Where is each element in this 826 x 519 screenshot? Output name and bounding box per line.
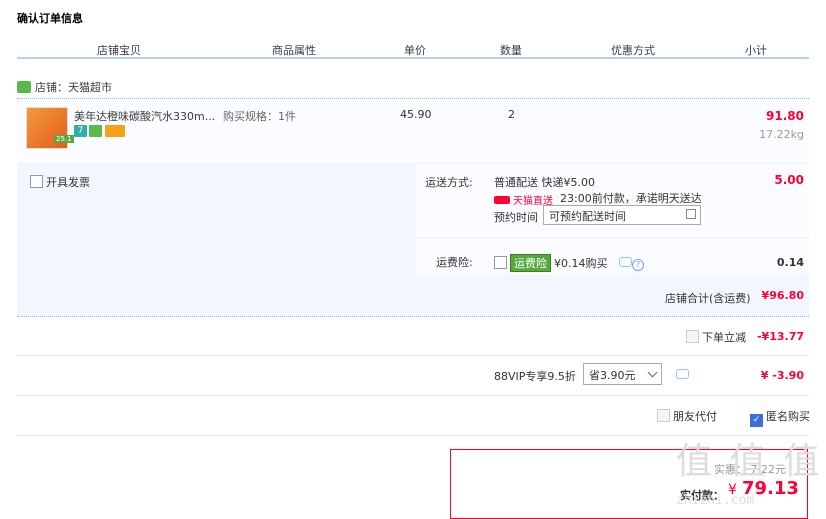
appoint-time-value: 可预约配送时间 [549, 210, 626, 223]
col-discount: 优惠方式 [611, 44, 655, 57]
col-qty: 数量 [500, 44, 522, 57]
vip-discount-select[interactable]: 省3.90元 [583, 363, 662, 385]
product-qty: 2 [508, 108, 515, 121]
friend-pay-option[interactable]: 朋友代付 [657, 408, 717, 424]
anonymous-option[interactable]: ✓ 匿名购买 [750, 408, 810, 427]
shipping-fee: 5.00 [774, 173, 804, 187]
product-price: 45.90 [400, 108, 432, 121]
col-shop-item: 店铺宝贝 [97, 44, 141, 57]
watermark-logo: 值 值 值 [676, 441, 819, 482]
shipping-method: 普通配送 快递¥5.00 [494, 176, 595, 189]
page-title: 确认订单信息 [17, 12, 83, 25]
insurance-badge: 运费险 [510, 254, 551, 272]
insurance-amount: 0.14 [776, 256, 804, 269]
insurance-label: 运费险: [436, 256, 473, 269]
tmall-icon [494, 196, 510, 204]
vip-chat[interactable] [676, 369, 689, 382]
delivery-promise: 23:00前付款，承诺明天送达 [560, 192, 702, 205]
calendar-icon[interactable] [686, 209, 696, 219]
friend-pay-checkbox[interactable] [657, 409, 670, 422]
invoice-option[interactable]: 开具发票 [30, 174, 90, 190]
invoice-label: 开具发票 [46, 176, 90, 189]
appoint-time-input[interactable]: 可预约配送时间 [543, 205, 701, 225]
shop-row: 店铺：天猫超市 [17, 79, 112, 95]
insurance-option[interactable]: 运费险 ¥0.14购买 ? [494, 254, 644, 272]
divider [17, 355, 809, 356]
product-weight: 17.22kg [759, 128, 804, 141]
insurance-checkbox[interactable] [494, 256, 507, 269]
divider [17, 395, 809, 396]
shop-total-amount: ¥96.80 [761, 289, 804, 302]
anonymous-label: 匿名购买 [766, 410, 810, 423]
discount-checkbox [686, 330, 699, 343]
help-icon[interactable]: ? [632, 259, 644, 271]
header-divider [17, 57, 809, 59]
card-pay-icon[interactable] [105, 125, 125, 137]
chevron-down-icon [647, 367, 658, 378]
thumbnail-badge: 25.1 [54, 135, 74, 143]
appoint-label: 预约时间 [494, 211, 538, 224]
chat-icon[interactable] [619, 257, 632, 267]
seven-day-return-icon[interactable]: 7 [74, 125, 87, 137]
discount-option: 下单立减 [686, 329, 746, 345]
col-price: 单价 [404, 44, 426, 57]
discount-amount: -¥13.77 [756, 330, 804, 343]
section-divider [17, 316, 809, 317]
shipping-label: 运送方式: [425, 176, 473, 189]
vip-label: 88VIP专享9.5折 [494, 370, 576, 383]
chat-icon[interactable] [676, 369, 689, 379]
shop-icon [17, 81, 31, 93]
invoice-checkbox[interactable] [30, 175, 43, 188]
watermark-site: zhizhi.com [676, 493, 755, 508]
col-attributes: 商品属性 [272, 44, 316, 57]
product-spec: 购买规格：1件 [223, 110, 296, 123]
shop-total-label: 店铺合计(含运费) [665, 292, 751, 305]
discount-label: 下单立减 [702, 331, 746, 344]
col-subtotal: 小计 [745, 44, 767, 57]
friend-pay-label: 朋友代付 [673, 410, 717, 423]
anonymous-checkbox[interactable]: ✓ [750, 414, 763, 427]
shop-label: 店铺：天猫超市 [35, 81, 112, 94]
vip-select-value: 省3.90元 [589, 369, 636, 382]
vip-amount: ¥ -3.90 [760, 369, 804, 382]
product-name-link[interactable]: 美年达橙味碳酸汽水330m... [74, 108, 215, 124]
insurance-price: ¥0.14购买 [554, 257, 608, 270]
product-subtotal: 91.80 [766, 109, 804, 123]
guarantee-icon[interactable] [89, 125, 102, 137]
